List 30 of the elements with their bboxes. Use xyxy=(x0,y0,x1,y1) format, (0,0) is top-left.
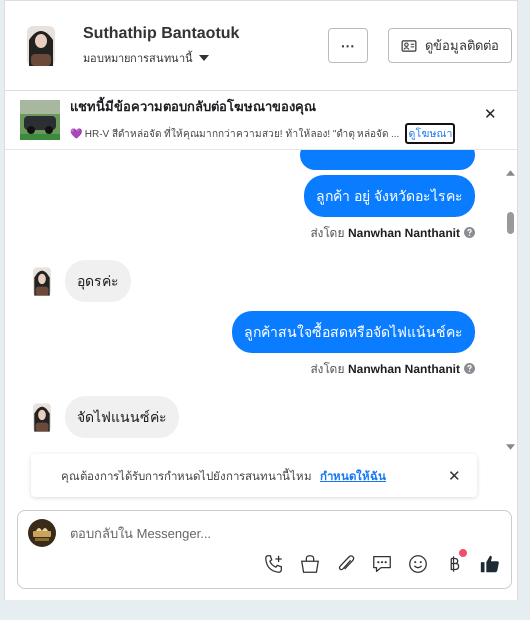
close-button[interactable]: ✕ xyxy=(448,466,461,484)
assign-prompt-text: คุณต้องการได้รับการกำหนดไปยังการสนทนานี้ไหม xyxy=(61,466,312,484)
sent-by-label: ส่งโดย Nanwhan Nanthanit xyxy=(310,361,460,378)
emoji-icon[interactable] xyxy=(407,553,429,575)
more-button[interactable]: ··· xyxy=(328,28,368,63)
phone-add-icon[interactable] xyxy=(263,553,285,575)
chat-bubble-icon[interactable] xyxy=(371,553,393,575)
view-ad-link[interactable]: ดูโฆษณา xyxy=(405,123,456,144)
close-button[interactable]: ✕ xyxy=(484,107,497,122)
reply-box[interactable]: ตอบกลับใน Messenger... xyxy=(17,510,512,589)
message-bubble: ลูกค้าสนใจซื้อสดหรือจัดไฟแน้นช์คะ xyxy=(232,311,475,353)
shopping-bag-icon[interactable] xyxy=(299,553,321,575)
sent-by-label: ส่งโดย Nanwhan Nanthanit xyxy=(310,225,460,242)
scroll-up-icon[interactable] xyxy=(506,170,514,176)
message-bubble: อุดรค่ะ xyxy=(65,260,131,302)
contact-name: Suthathip Bantaotuk xyxy=(83,24,240,42)
contact-info-button[interactable]: ดูข้อมูลติดต่อ xyxy=(388,28,512,63)
message-bubble: จัดไฟแนนซ์ค่ะ xyxy=(65,396,179,438)
scrollbar-thumb[interactable] xyxy=(506,212,514,234)
caret-icon xyxy=(199,54,209,60)
contact-card-icon xyxy=(401,40,417,52)
assign-dropdown[interactable]: มอบหมายการสนทนานี้ xyxy=(83,48,328,66)
assign-to-me-link[interactable]: กำหนดให้ฉัน xyxy=(320,466,386,484)
help-icon[interactable] xyxy=(464,227,475,238)
message-bubble: ลูกค้า อยู่ จังหวัดอะไรคะ xyxy=(304,175,475,217)
ad-snippet: 💜 HR-V สีดำหล่อจัด ที่ให้คุณมากกว่าความสวย! ท้าให้ลอง! "ดำดุ หล่อจัด ... xyxy=(70,126,400,141)
help-icon[interactable] xyxy=(464,363,475,374)
thumbs-up-icon[interactable] xyxy=(479,553,501,575)
ad-notice-title: แชทนี้มีข้อความตอบกลับต่อโฆษณาของคุณ xyxy=(70,96,456,117)
scroll-down-icon[interactable] xyxy=(506,444,514,450)
